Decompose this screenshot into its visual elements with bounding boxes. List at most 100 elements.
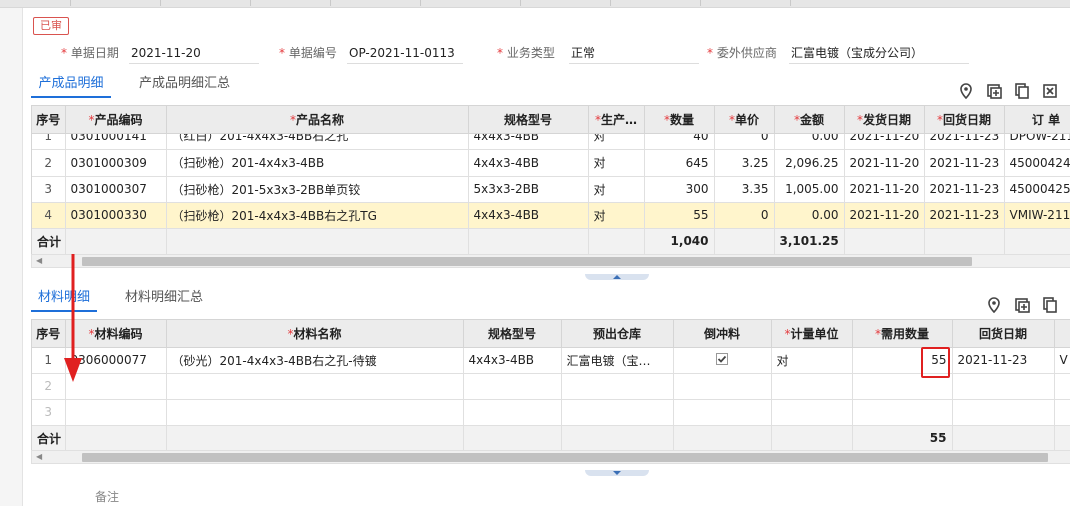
supplier-field[interactable]: * 委外供应商 汇富电镀（宝成分公司） [707,42,969,66]
col-production[interactable]: *生产… [588,106,645,134]
collapse-up-icon[interactable] [613,275,621,279]
cell-order[interactable]: 450004241 [1004,150,1070,177]
cell-unit-price[interactable]: 3.35 [714,176,775,203]
cell-ship-date[interactable]: 2021-11-20 [844,134,925,150]
cell-product-code[interactable]: 0301000141 [65,134,167,150]
cell-amount[interactable]: 0.00 [774,202,845,229]
col-spec[interactable]: 规格型号 [468,106,589,134]
col-product-code[interactable]: *产品编码 [65,106,167,134]
delete-row-icon[interactable] [1041,82,1059,100]
cell-order[interactable]: 450004258 [1004,176,1070,203]
doc-number-field[interactable]: * 单据编号 OP-2021-11-0113 [279,42,463,66]
cell-return-date[interactable]: 2021-11-23 [924,176,1005,203]
col-backflush[interactable]: 倒冲料 [673,320,772,348]
col-quantity[interactable]: *数量 [644,106,715,134]
cell-amount[interactable]: 0.00 [774,134,845,150]
cell-product-name[interactable]: （扫砂枪）201-4x4x3-4BB右之孔TG [166,202,469,229]
cell-product-name[interactable]: （扫砂枪）201-4x4x3-4BB [166,150,469,177]
checkbox-checked-icon[interactable] [716,352,728,365]
collapse-down-icon[interactable] [613,471,621,475]
location-icon[interactable] [957,82,975,100]
location-icon[interactable] [985,296,1003,314]
scrollbar-thumb[interactable] [82,453,1048,462]
cell-material-name[interactable]: （砂光）201-4x4x3-4BB右之孔-待镀 [166,347,464,374]
pane-splitter[interactable] [585,274,649,280]
cell-production[interactable]: 对 [588,202,645,229]
table-row-empty[interactable]: 3 [32,399,1070,426]
cell-product-code[interactable]: 0301000309 [65,150,167,177]
cell-order[interactable]: VMIW-2111 [1004,202,1070,229]
doc-date-value[interactable]: 2021-11-20 [129,42,259,64]
tab-material-summary[interactable]: 材料明细汇总 [125,286,203,312]
copy-row-icon[interactable] [1041,296,1059,314]
business-type-field[interactable]: * 业务类型 正常 [497,42,699,66]
table-row-empty[interactable]: 2 [32,373,1070,400]
add-row-icon[interactable] [1013,296,1031,314]
col-order[interactable]: 订 单 [1004,106,1070,134]
cell-warehouse[interactable]: 汇富电镀（宝… [561,347,674,374]
scroll-left-icon[interactable]: ◀ [36,451,42,463]
cell-quantity[interactable]: 40 [644,134,715,150]
col-ship-date[interactable]: *发货日期 [844,106,925,134]
col-unit-price[interactable]: *单价 [714,106,775,134]
col-return-date[interactable]: *回货日期 [924,106,1005,134]
col-material-name[interactable]: *材料名称 [166,320,464,348]
col-index[interactable]: 序号 [32,106,66,134]
col-amount[interactable]: *金额 [774,106,845,134]
scrollbar-thumb[interactable] [82,257,972,266]
col-spec[interactable]: 规格型号 [463,320,562,348]
cell-ship-date[interactable]: 2021-11-20 [844,150,925,177]
cell-amount[interactable]: 1,005.00 [774,176,845,203]
material-horizontal-scrollbar[interactable]: ◀ [31,450,1070,464]
cell-product-code[interactable]: 0301000330 [65,202,167,229]
cell-return-date[interactable]: 2021-11-23 [924,202,1005,229]
table-row[interactable]: 1 0301000141 （红白）201-4x4x3-4BB右之孔 4x4x3-… [32,134,1070,150]
product-horizontal-scrollbar[interactable]: ◀ [31,254,1070,268]
add-row-icon[interactable] [985,82,1003,100]
supplier-value[interactable]: 汇富电镀（宝成分公司） [789,42,969,64]
table-row[interactable]: 1 0306000077 （砂光）201-4x4x3-4BB右之孔-待镀 4x4… [32,347,1070,374]
cell-quantity[interactable]: 55 [644,202,715,229]
cell-spec[interactable]: 4x4x3-4BB [468,202,589,229]
cell-extra[interactable]: V [1054,347,1070,374]
tab-product-detail[interactable]: 产成品明细 [31,72,111,98]
cell-quantity[interactable]: 300 [644,176,715,203]
table-row-selected[interactable]: 4 0301000330 （扫砂枪）201-4x4x3-4BB右之孔TG 4x4… [32,202,1070,229]
doc-number-value[interactable]: OP-2021-11-0113 [347,42,463,64]
business-type-value[interactable]: 正常 [569,42,699,64]
cell-production[interactable]: 对 [588,134,645,150]
tab-product-summary[interactable]: 产成品明细汇总 [139,72,230,98]
cell-quantity[interactable]: 645 [644,150,715,177]
cell-product-name[interactable]: （红白）201-4x4x3-4BB右之孔 [166,134,469,150]
cell-unit-price[interactable]: 0 [714,202,775,229]
cell-order[interactable]: DPOW-211 [1004,134,1070,150]
col-required-qty[interactable]: *需用数量 [852,320,953,348]
cell-product-name[interactable]: （扫砂枪）201-5x3x3-2BB单页铰 [166,176,469,203]
col-return-date[interactable]: 回货日期 [952,320,1055,348]
table-row[interactable]: 3 0301000307 （扫砂枪）201-5x3x3-2BB单页铰 5x3x3… [32,176,1070,203]
col-extra[interactable] [1054,320,1070,348]
cell-amount[interactable]: 2,096.25 [774,150,845,177]
cell-spec[interactable]: 4x4x3-4BB [468,134,589,150]
cell-return-date[interactable]: 2021-11-23 [924,150,1005,177]
cell-unit-price[interactable]: 3.25 [714,150,775,177]
col-unit[interactable]: *计量单位 [771,320,853,348]
cell-production[interactable]: 对 [588,150,645,177]
cell-production[interactable]: 对 [588,176,645,203]
scroll-left-icon[interactable]: ◀ [36,255,42,267]
pane-splitter[interactable] [585,470,649,476]
cell-spec[interactable]: 4x4x3-4BB [468,150,589,177]
cell-return-date[interactable]: 2021-11-23 [952,347,1055,374]
cell-ship-date[interactable]: 2021-11-20 [844,202,925,229]
cell-product-code[interactable]: 0301000307 [65,176,167,203]
cell-unit[interactable]: 对 [771,347,853,374]
cell-spec[interactable]: 5x3x3-2BB [468,176,589,203]
cell-backflush[interactable] [673,347,772,374]
copy-row-icon[interactable] [1013,82,1031,100]
cell-unit-price[interactable]: 0 [714,134,775,150]
cell-return-date[interactable]: 2021-11-23 [924,134,1005,150]
doc-date-field[interactable]: * 单据日期 2021-11-20 [61,42,259,66]
cell-spec[interactable]: 4x4x3-4BB [463,347,562,374]
cell-ship-date[interactable]: 2021-11-20 [844,176,925,203]
col-warehouse[interactable]: 预出仓库 [561,320,674,348]
